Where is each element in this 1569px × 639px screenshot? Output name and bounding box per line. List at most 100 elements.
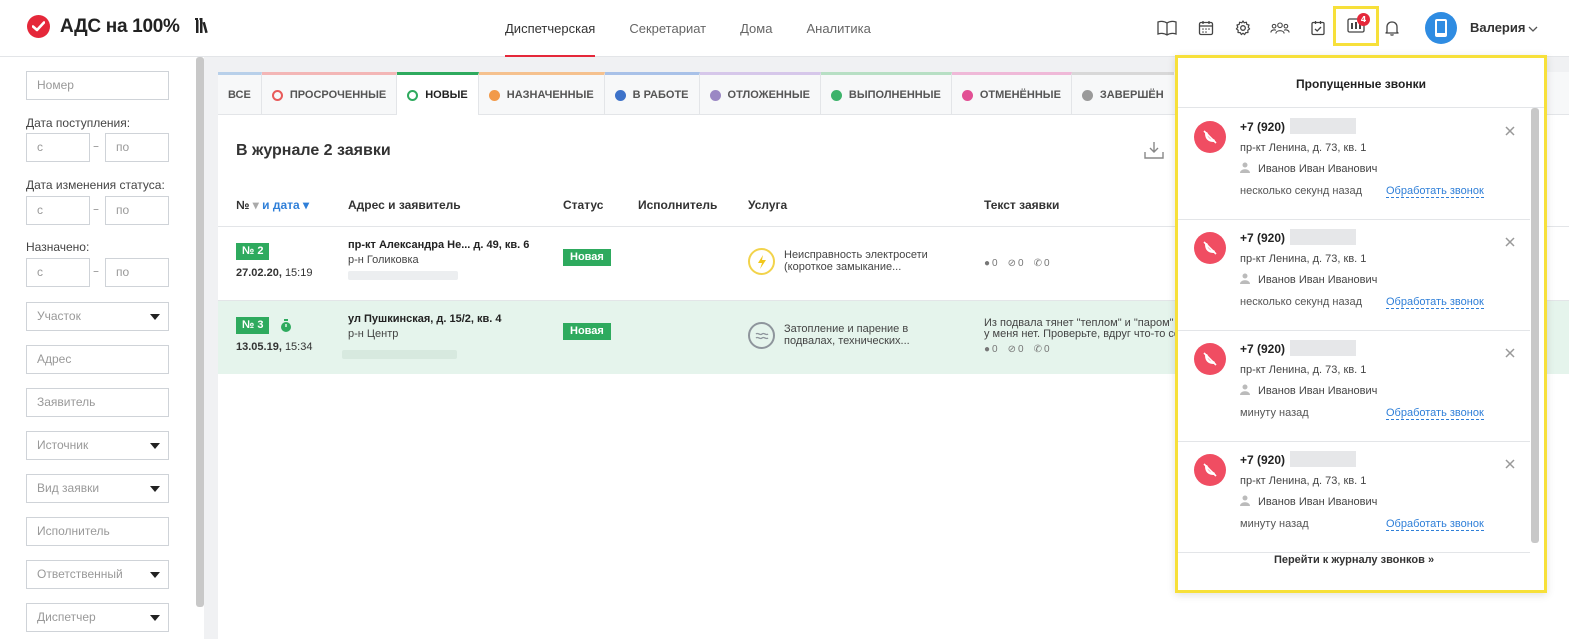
popup-scrollbar[interactable] bbox=[1531, 108, 1539, 543]
download-icon[interactable] bbox=[1143, 140, 1165, 163]
paperclip-icon: ⊘ bbox=[1007, 344, 1016, 355]
book-icon[interactable] bbox=[1157, 18, 1177, 38]
date-received-from[interactable]: с bbox=[26, 133, 90, 162]
date-received-to[interactable]: по bbox=[105, 133, 169, 162]
missed-calls-button[interactable]: 4 bbox=[1333, 6, 1379, 46]
tab-cancelled[interactable]: ОТМЕНЁННЫЕ bbox=[951, 72, 1072, 115]
assigned-from[interactable]: с bbox=[26, 258, 90, 287]
applicant-input[interactable]: Заявитель bbox=[26, 388, 169, 417]
calendar-icon[interactable] bbox=[1196, 18, 1216, 38]
call-person: Иванов Иван Иванович bbox=[1240, 162, 1377, 176]
avatar[interactable] bbox=[1425, 12, 1457, 44]
circle-icon bbox=[407, 89, 419, 101]
date-status-from[interactable]: с bbox=[26, 196, 90, 225]
tab-assigned[interactable]: НАЗНАЧЕННЫЕ bbox=[478, 72, 605, 115]
process-call-link[interactable]: Обработать звонок bbox=[1386, 518, 1484, 531]
date-status-range: с – по bbox=[26, 196, 169, 225]
check-icon bbox=[830, 89, 842, 101]
bell-icon[interactable] bbox=[1382, 18, 1402, 38]
close-icon[interactable] bbox=[1504, 236, 1516, 248]
missed-call-item: +7 (920) пр-кт Ленина, д. 73, кв. 1 Иван… bbox=[1178, 331, 1530, 442]
call-phone: +7 (920) bbox=[1240, 342, 1286, 356]
process-call-link[interactable]: Обработать звонок bbox=[1386, 185, 1484, 198]
col-status[interactable]: Статус bbox=[563, 198, 603, 212]
tab-new[interactable]: НОВЫЕ bbox=[397, 72, 479, 115]
row-meta: ● 0 ⊘ 0 ✆ 0 bbox=[984, 258, 1050, 269]
lightning-icon bbox=[748, 248, 775, 275]
col-num[interactable]: № ▾ и дата ▾ bbox=[236, 198, 309, 212]
request-type-select[interactable]: Вид заявки bbox=[26, 474, 169, 503]
tab-label: ПРОСРОЧЕННЫЕ bbox=[289, 89, 387, 101]
tab-all[interactable]: ВСЕ bbox=[218, 72, 262, 115]
close-icon[interactable] bbox=[1504, 125, 1516, 137]
address-input[interactable]: Адрес bbox=[26, 345, 169, 374]
call-phone: +7 (920) bbox=[1240, 453, 1286, 467]
paperclip-icon: ⊘ bbox=[1007, 258, 1016, 269]
nav-analytics[interactable]: Аналитика bbox=[789, 0, 887, 57]
col-address[interactable]: Адрес и заявитель bbox=[348, 198, 461, 212]
gear-icon[interactable] bbox=[1233, 18, 1253, 38]
col-request-text[interactable]: Текст заявки bbox=[984, 198, 1059, 212]
chevron-down-icon[interactable] bbox=[1528, 22, 1538, 36]
row-district: р-н Центр bbox=[348, 328, 399, 340]
tasks-icon[interactable] bbox=[1308, 18, 1328, 38]
phone-hidden bbox=[1290, 118, 1356, 134]
close-icon[interactable] bbox=[1504, 458, 1516, 470]
sidebar-scrollbar[interactable] bbox=[196, 57, 204, 607]
call-address: пр-кт Ленина, д. 73, кв. 1 bbox=[1240, 475, 1367, 487]
pause-icon bbox=[709, 89, 721, 101]
process-call-link[interactable]: Обработать звонок bbox=[1386, 407, 1484, 420]
tab-completed[interactable]: ЗАВЕРШЁН bbox=[1071, 72, 1174, 115]
request-number[interactable]: № 2 bbox=[236, 243, 270, 260]
tab-in-progress[interactable]: В РАБОТЕ bbox=[604, 72, 700, 115]
library-icon[interactable] bbox=[195, 18, 212, 37]
user-name[interactable]: Валерия bbox=[1470, 20, 1525, 35]
request-number[interactable]: № 3 bbox=[236, 317, 270, 334]
person-icon bbox=[488, 89, 500, 101]
row-address: пр-кт Александра Не... д. 49, кв. 6 bbox=[348, 239, 530, 251]
call-time: несколько секунд назад bbox=[1240, 185, 1363, 197]
row-meta: ● 0 ⊘ 0 ✆ 0 bbox=[984, 344, 1050, 355]
dispatcher-select[interactable]: Диспетчер bbox=[26, 603, 169, 632]
call-address: пр-кт Ленина, д. 73, кв. 1 bbox=[1240, 364, 1367, 376]
phone-icon: ✆ bbox=[1033, 258, 1042, 269]
logo[interactable]: АДС на 100% bbox=[27, 15, 180, 38]
call-time: минуту назад bbox=[1240, 407, 1309, 419]
date-status-label: Дата изменения статуса: bbox=[26, 178, 165, 192]
row-service: Неисправность электросети (короткое замы… bbox=[784, 249, 928, 273]
tab-done[interactable]: ВЫПОЛНЕННЫЕ bbox=[820, 72, 952, 115]
close-icon[interactable] bbox=[1504, 347, 1516, 359]
top-header: АДС на 100% Диспетчерская Секретариат До… bbox=[0, 0, 1569, 57]
executor-input[interactable]: Исполнитель bbox=[26, 517, 169, 546]
nav-secretariat[interactable]: Секретариат bbox=[612, 0, 723, 57]
tab-label: В РАБОТЕ bbox=[632, 89, 689, 101]
date-status-to[interactable]: по bbox=[105, 196, 169, 225]
source-select[interactable]: Источник bbox=[26, 431, 169, 460]
missed-calls-popup: Пропущенные звонки +7 (920) пр-кт Ленина… bbox=[1175, 55, 1547, 593]
tab-postponed[interactable]: ОТЛОЖЕННЫЕ bbox=[699, 72, 821, 115]
attachment-count: ⊘ 0 bbox=[1007, 258, 1024, 269]
comment-icon: ● bbox=[984, 344, 991, 355]
process-call-link[interactable]: Обработать звонок bbox=[1386, 296, 1484, 309]
number-input[interactable]: Номер bbox=[26, 71, 169, 100]
responsible-select[interactable]: Ответственный bbox=[26, 560, 169, 589]
phone-hidden bbox=[1290, 229, 1356, 245]
users-icon[interactable] bbox=[1270, 18, 1290, 38]
nav-dispatcher[interactable]: Диспетчерская bbox=[488, 0, 612, 57]
attachment-count: ⊘ 0 bbox=[1007, 344, 1024, 355]
missed-call-icon bbox=[1194, 454, 1226, 486]
call-journal-link[interactable]: Перейти к журналу звонков » bbox=[1178, 554, 1530, 566]
area-select[interactable]: Участок bbox=[26, 302, 169, 331]
alarm-icon bbox=[271, 89, 283, 101]
assigned-to[interactable]: по bbox=[105, 258, 169, 287]
col-service[interactable]: Услуга bbox=[748, 198, 787, 212]
col-executor[interactable]: Исполнитель bbox=[638, 198, 717, 212]
journal-title: В журнале 2 заявки bbox=[236, 142, 391, 159]
tab-overdue[interactable]: ПРОСРОЧЕННЫЕ bbox=[261, 72, 398, 115]
date-received-range: с – по bbox=[26, 133, 169, 162]
call-person: Иванов Иван Иванович bbox=[1240, 273, 1377, 287]
call-address: пр-кт Ленина, д. 73, кв. 1 bbox=[1240, 253, 1367, 265]
nav-houses[interactable]: Дома bbox=[723, 0, 789, 57]
person-icon bbox=[1240, 384, 1250, 398]
comment-count: ● 0 bbox=[984, 258, 998, 269]
